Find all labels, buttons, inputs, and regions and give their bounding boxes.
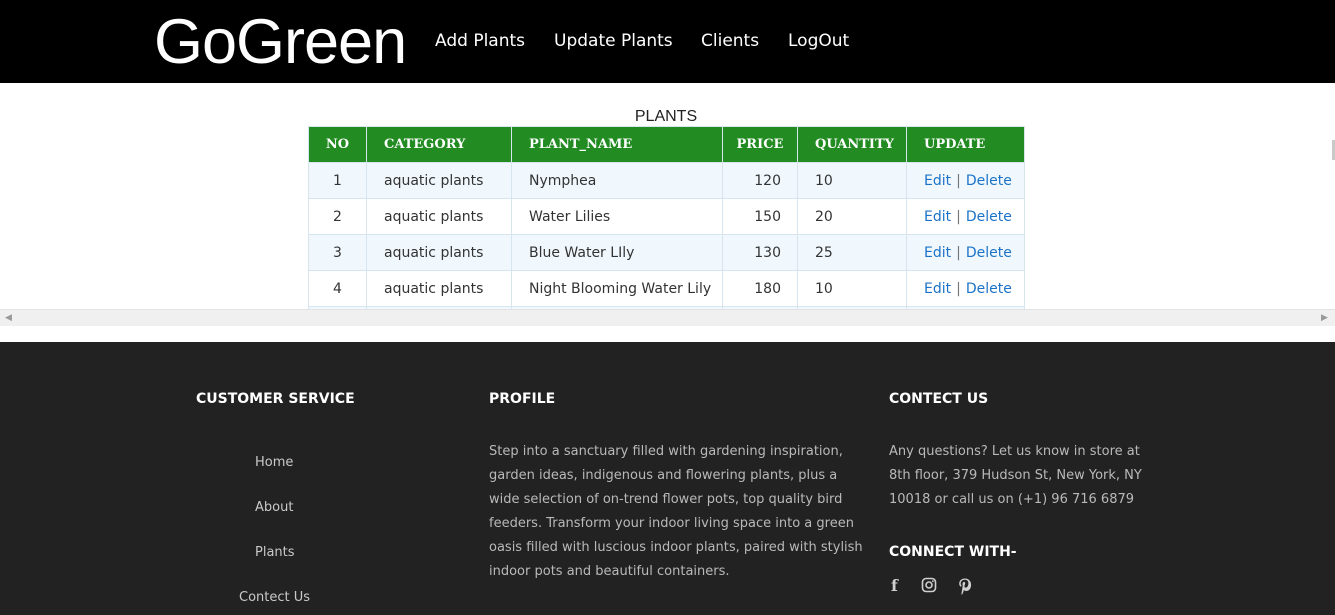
nav-update-plants[interactable]: Update Plants xyxy=(554,29,673,53)
table-row: 4 aquatic plants Night Blooming Water Li… xyxy=(308,270,1025,307)
cell-category: aquatic plants xyxy=(366,234,512,271)
cell-price: 120 xyxy=(722,162,798,199)
link-separator: | xyxy=(956,280,961,297)
edit-link[interactable]: Edit xyxy=(924,281,951,297)
footer-link-home[interactable]: Home xyxy=(255,454,293,472)
horizontal-scrollbar[interactable]: ◀ ▶ xyxy=(0,309,1335,326)
scroll-left-arrow-icon[interactable]: ◀ xyxy=(5,313,12,323)
contact-text: Any questions? Let us know in store at 8… xyxy=(889,444,1142,507)
profile-text: Step into a sanctuary filled with garden… xyxy=(489,444,863,579)
cell-price: 130 xyxy=(722,234,798,271)
col-header-update: UPDATE xyxy=(906,126,1025,163)
cell-no: 2 xyxy=(308,198,367,235)
cell-quantity: 25 xyxy=(797,234,907,271)
nav-add-plants[interactable]: Add Plants xyxy=(435,29,525,53)
contact-heading: CONTECT US xyxy=(889,391,989,407)
link-separator: | xyxy=(956,208,961,225)
cell-quantity: 10 xyxy=(797,162,907,199)
table-row: 1 aquatic plants Nymphea 120 10 Edit | Del… xyxy=(308,162,1025,199)
cell-price: 180 xyxy=(722,270,798,307)
site-footer: CUSTOMER SERVICE Home About Plants Conte… xyxy=(0,342,1335,615)
cell-quantity: 20 xyxy=(797,198,907,235)
cell-plant-name: Night Blooming Water Lily xyxy=(511,270,723,307)
footer-link-contact-us[interactable]: Contect Us xyxy=(239,589,310,607)
top-navbar: GoGreen Add Plants Update Plants Clients… xyxy=(0,0,1335,83)
table-caption: PLANTS xyxy=(634,108,698,125)
edit-link[interactable]: Edit xyxy=(924,245,951,261)
instagram-icon[interactable] xyxy=(921,577,937,597)
cell-plant-name: Nymphea xyxy=(511,162,723,199)
link-separator: | xyxy=(956,172,961,189)
scroll-right-arrow-icon[interactable]: ▶ xyxy=(1321,313,1328,323)
cell-quantity: 10 xyxy=(797,270,907,307)
table-row: 3 aquatic plants Blue Water LIly 130 25 … xyxy=(308,234,1025,271)
cell-update: Edit | Delete xyxy=(906,198,1025,235)
connect-heading: CONNECT WITH- xyxy=(889,544,1017,560)
nav-clients[interactable]: Clients xyxy=(701,29,759,53)
cell-plant-name: Blue Water LIly xyxy=(511,234,723,271)
plants-section: PLANTS NO CATEGORY PLANT_NAME PRICE QUAN… xyxy=(0,83,1335,326)
delete-link[interactable]: Delete xyxy=(966,281,1012,297)
delete-link[interactable]: Delete xyxy=(966,209,1012,225)
edit-link[interactable]: Edit xyxy=(924,209,951,225)
cell-no: 4 xyxy=(308,270,367,307)
cell-category: aquatic plants xyxy=(366,270,512,307)
customer-service-heading: CUSTOMER SERVICE xyxy=(196,391,355,407)
cell-update: Edit | Delete xyxy=(906,270,1025,307)
table-row: 2 aquatic plants Water Lilies 150 20 Edi… xyxy=(308,198,1025,235)
col-header-quantity: QUANTITY xyxy=(797,126,907,163)
delete-link[interactable]: Delete xyxy=(966,173,1012,189)
cell-no: 1 xyxy=(308,162,367,199)
col-header-price: PRICE xyxy=(722,126,798,163)
cell-update: Edit | Delete xyxy=(906,162,1025,199)
footer-link-about[interactable]: About xyxy=(255,499,293,517)
site-logo[interactable]: GoGreen xyxy=(154,6,407,78)
cell-category: aquatic plants xyxy=(366,162,512,199)
edit-link[interactable]: Edit xyxy=(924,173,951,189)
delete-link[interactable]: Delete xyxy=(966,245,1012,261)
col-header-no: NO xyxy=(308,126,367,163)
cell-plant-name: Water Lilies xyxy=(511,198,723,235)
table-header-row: NO CATEGORY PLANT_NAME PRICE QUANTITY UP… xyxy=(308,126,1025,163)
footer-link-plants[interactable]: Plants xyxy=(255,544,295,562)
col-header-category: CATEGORY xyxy=(366,126,512,163)
plants-table: NO CATEGORY PLANT_NAME PRICE QUANTITY UP… xyxy=(308,126,1025,326)
link-separator: | xyxy=(956,244,961,261)
facebook-icon[interactable]: f xyxy=(891,577,898,595)
col-header-plant-name: PLANT_NAME xyxy=(511,126,723,163)
cell-price: 150 xyxy=(722,198,798,235)
pinterest-icon[interactable] xyxy=(957,577,973,599)
cell-update: Edit | Delete xyxy=(906,234,1025,271)
nav-logout[interactable]: LogOut xyxy=(788,29,849,53)
cell-no: 3 xyxy=(308,234,367,271)
profile-heading: PROFILE xyxy=(489,391,556,407)
cell-category: aquatic plants xyxy=(366,198,512,235)
